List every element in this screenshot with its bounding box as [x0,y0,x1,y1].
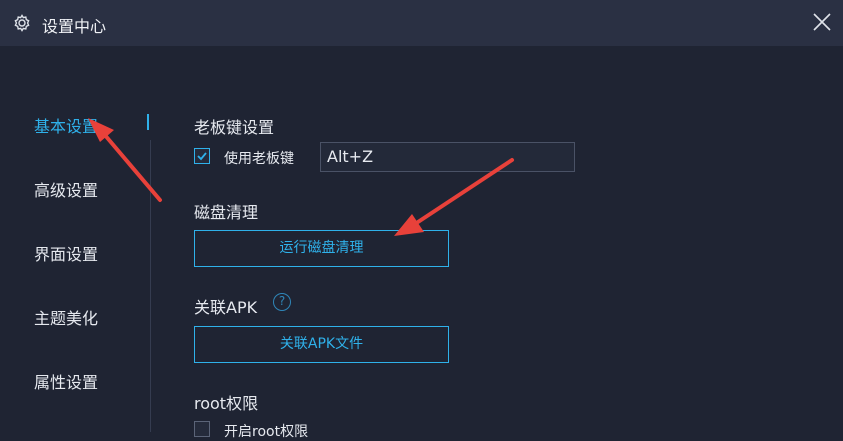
root-title: root权限 [194,394,259,413]
checkmark-icon [197,152,207,161]
boss-key-checkbox-label: 使用老板键 [224,151,294,167]
boss-key-checkbox[interactable] [194,148,210,164]
gear-icon [14,14,30,32]
sidebar-item-interface[interactable]: 界面设置 [34,241,98,265]
run-disk-clean-button[interactable]: 运行磁盘清理 [194,230,449,267]
window-title: 设置中心 [42,17,107,36]
help-icon[interactable]: ? [273,293,291,311]
apk-title: 关联APK [194,298,258,317]
title-bar: 设置中心 [0,0,843,46]
sidebar-divider [150,140,151,432]
boss-key-title: 老板键设置 [194,118,275,137]
hotkey-input[interactable]: Alt+Z [320,142,575,172]
associate-apk-button[interactable]: 关联APK文件 [194,326,449,363]
close-icon[interactable] [811,11,833,33]
active-tab-indicator [147,114,149,130]
disk-clean-title: 磁盘清理 [194,203,259,222]
root-checkbox-label: 开启root权限 [224,424,309,440]
sidebar-item-advanced[interactable]: 高级设置 [34,177,98,201]
root-checkbox[interactable] [194,421,210,437]
sidebar-item-basic[interactable]: 基本设置 [34,113,98,137]
sidebar-item-properties[interactable]: 属性设置 [34,369,98,393]
sidebar-item-theme[interactable]: 主题美化 [34,305,98,329]
